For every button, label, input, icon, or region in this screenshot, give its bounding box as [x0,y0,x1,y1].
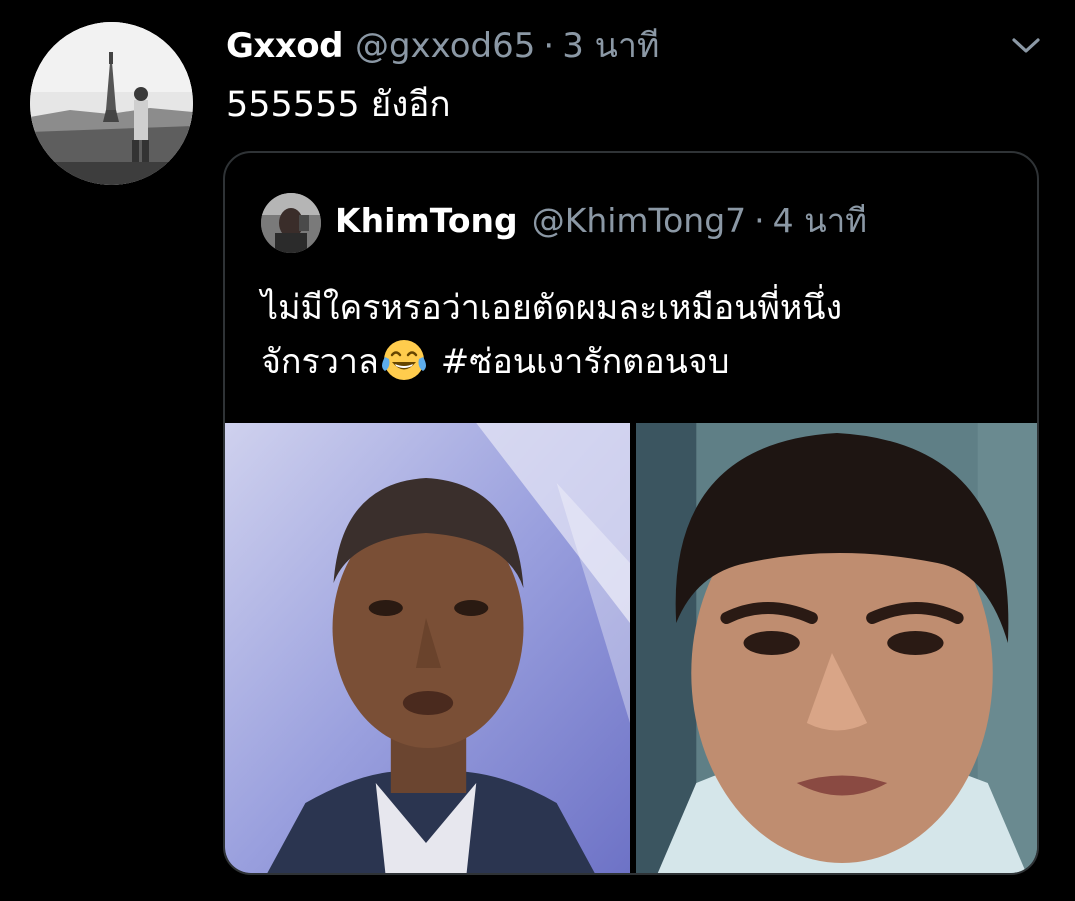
tweet-menu-button[interactable] [1006,30,1046,62]
quoted-text-word: จักรวาล [261,342,379,382]
chevron-down-icon [1012,38,1040,53]
quoted-display-name[interactable]: KhimTong [335,196,518,246]
tweet-header: Gxxod @gxxod65 · 3 นาที [226,24,659,68]
timestamp[interactable]: 3 นาที [562,24,659,68]
photo-woman-short-hair[interactable] [636,423,1037,873]
quoted-tweet-card[interactable]: KhimTong @KhimTong7 · 4 นาที ไม่มีใครหรอ… [223,151,1039,875]
quoted-user-handle[interactable]: @KhimTong7 [532,196,746,246]
user-handle[interactable]: @gxxod65 [355,24,535,68]
media-grid [225,423,1037,873]
avatar-eiffel-photo [30,22,193,185]
quoted-text-line-1: ไม่มีใครหรอว่าเอยตัดผมละเหมือนพี่หนึ่ง [261,288,843,328]
quoted-user-avatar[interactable] [261,193,321,253]
hashtag-link[interactable]: #ซ่อนเงารักตอนจบ [441,342,730,382]
avatar-photo [261,193,321,253]
quoted-text-line-2: จักรวาล #ซ่อนเงารักตอนจบ [261,335,1021,389]
quoted-timestamp[interactable]: 4 นาที [773,196,867,246]
quoted-separator-dot: · [754,201,765,240]
user-avatar[interactable] [30,22,193,185]
photo-man-short-hair[interactable] [225,423,630,873]
display-name[interactable]: Gxxod [226,24,343,68]
photo-right [636,423,1037,873]
quoted-tweet-text: ไม่มีใครหรอว่าเอยตัดผมละเหมือนพี่หนึ่ง จ… [261,281,1021,389]
photo-left [225,423,630,873]
tears-of-joy-emoji-icon [381,340,426,380]
tweet-text: 555555 ยังอีก [226,85,451,125]
quoted-tweet-header: KhimTong @KhimTong7 · 4 นาที [335,196,867,246]
separator-dot: · [543,26,555,66]
tweet[interactable]: Gxxod @gxxod65 · 3 นาที 555555 ยังอีก Kh… [0,0,1075,901]
